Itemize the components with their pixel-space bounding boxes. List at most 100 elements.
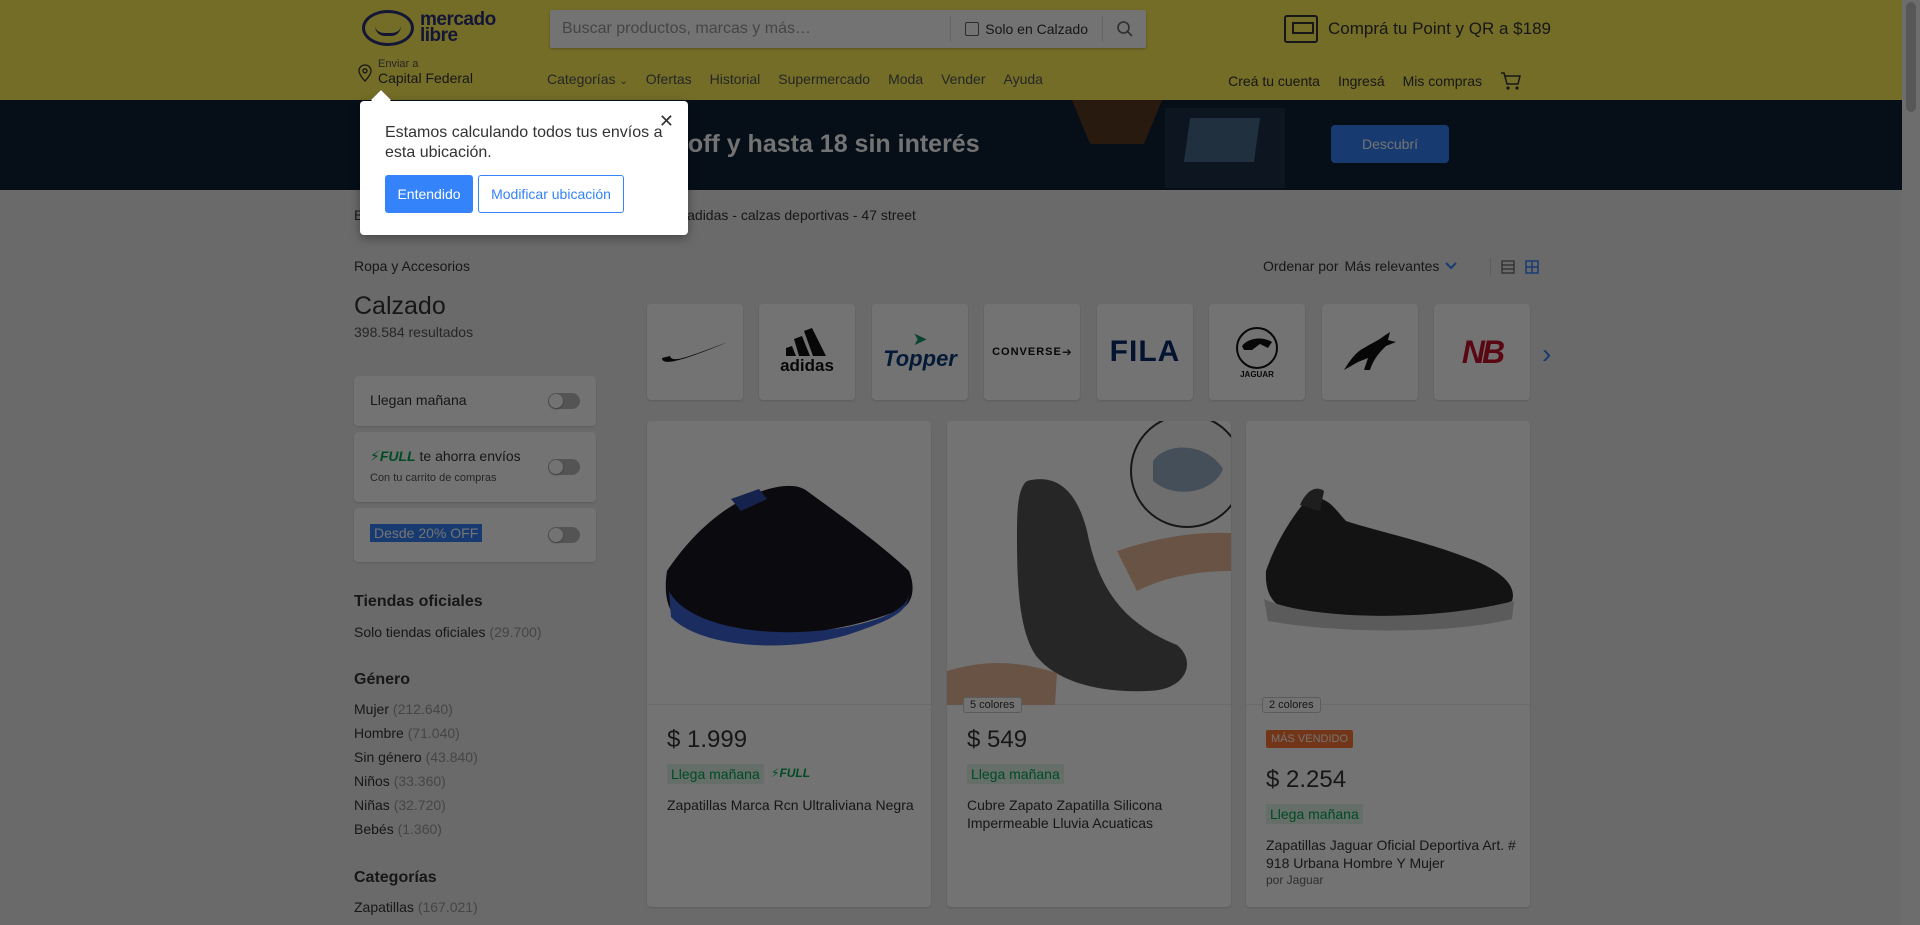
view-toggle [1490,258,1539,276]
toggle-switch[interactable] [548,393,580,409]
location-value: Capital Federal [378,70,473,86]
brand-topper[interactable]: ➤ Topper [872,304,968,400]
nav-moda[interactable]: Moda [888,71,923,87]
category-checkbox[interactable] [965,22,980,36]
chevron-down-icon [1445,262,1458,270]
search-category-filter[interactable]: Solo en Calzado [950,16,1102,42]
product-title[interactable]: Zapatillas Jaguar Oficial Deportiva Art.… [1266,836,1516,872]
filter-option-label: Solo tiendas oficiales [354,624,486,640]
shoe-cover-image [947,421,1231,705]
toggle-switch[interactable] [548,459,580,475]
full-badge: ⚡FULL [771,766,810,780]
nav-historial[interactable]: Historial [710,71,761,87]
product-price: $ 2.254 [1266,766,1347,793]
jaguar-sneaker-image [1264,488,1514,631]
filter-option[interactable]: Mujer (212.640) [354,701,453,717]
breadcrumb-category[interactable]: Ropa y Accesorios [354,258,470,274]
my-purchases-link[interactable]: Mis compras [1403,73,1482,89]
product-card[interactable]: 2 colores MÁS VENDIDO $ 2.254 Llega maña… [1246,421,1530,907]
sort-value: Más relevantes [1344,258,1440,274]
create-account-link[interactable]: Creá tu cuenta [1228,73,1320,89]
nav-supermercado[interactable]: Supermercado [778,71,870,87]
filter-option-count: (33.360) [393,773,446,789]
product-price: $ 1.999 [667,726,748,753]
grid-view-icon[interactable] [1525,260,1539,274]
search-input[interactable] [550,10,951,48]
point-device-icon [1284,15,1318,43]
search-button[interactable] [1102,16,1146,42]
logo-text: mercado libre [420,9,496,46]
shipping-location[interactable]: Enviar a Capital Federal [358,58,473,86]
filter-option-count: (32.720) [393,797,446,813]
related-search-links[interactable]: adidas - calzas deportivas - 47 street [687,207,916,223]
banner-laptop-image [1165,108,1285,188]
filter-option[interactable]: Solo tiendas oficiales (29.700) [354,624,542,640]
product-price: $ 549 [967,726,1028,753]
product-title[interactable]: Zapatillas Marca Rcn Ultraliviana Negra [667,796,917,814]
shipping-badge: Llega mañana [967,764,1064,784]
modify-location-button[interactable]: Modificar ubicación [478,175,624,213]
nav-ofertas[interactable]: Ofertas [646,71,692,87]
filter-option[interactable]: Niñas (32.720) [354,797,446,813]
filter-option[interactable]: Hombre (71.040) [354,725,460,741]
product-image[interactable] [947,421,1231,705]
brand-adidas[interactable]: adidas [759,304,855,400]
product-card[interactable]: 5 colores $ 549 Llega mañana Cubre Zapat… [947,421,1231,907]
handshake-logo-icon [362,10,414,46]
filter-option-label: Mujer [354,701,390,717]
brands-next-arrow-icon[interactable]: › [1542,338,1551,370]
product-card[interactable]: $ 1.999 Llega mañana ⚡FULL Zapatillas Ma… [647,421,931,907]
filter-option[interactable]: Sin género (43.840) [354,749,478,765]
scrollbar[interactable] [1902,0,1920,925]
filter-option-label: Bebés [354,821,394,837]
location-popup: ✕ Estamos calculando todos tus envíos a … [360,101,688,235]
brand-label: JAGUAR [1240,369,1274,379]
colors-badge: 2 colores [1262,697,1321,713]
filter-option-count: (29.700) [489,624,542,640]
banner-shelf-image [1072,100,1162,144]
banner-discover-button[interactable]: Descubrí [1331,125,1449,163]
nav-ayuda[interactable]: Ayuda [1003,71,1042,87]
brand-new-balance[interactable]: NB [1434,304,1530,400]
filter-option-label: Zapatillas [354,899,414,915]
mercadolibre-logo[interactable]: mercado libre [362,8,502,48]
brand-label: Topper [883,346,957,371]
filter-option-count: (1.360) [397,821,442,837]
brand-converse[interactable]: CONVERSE ➜ [984,304,1080,400]
filter-option-count: (71.040) [407,725,460,741]
nav-vender[interactable]: Vender [941,71,985,87]
brand-jaguar[interactable]: JAGUAR [1209,304,1305,400]
login-link[interactable]: Ingresá [1338,73,1385,89]
product-seller: por Jaguar [1266,873,1324,887]
header: mercado libre Solo en Calzado Comprá tu … [0,0,1902,100]
filter-full[interactable]: ⚡FULL te ahorra envíos Con tu carrito de… [354,432,596,502]
converse-arrow-icon: ➜ [1061,345,1072,359]
filter-option[interactable]: Bebés (1.360) [354,821,442,837]
filter-llegan-manana[interactable]: Llegan mañana [354,376,596,426]
filter-option[interactable]: Niños (33.360) [354,773,446,789]
product-title[interactable]: Cubre Zapato Zapatilla Silicona Impermea… [967,796,1217,832]
brand-puma[interactable] [1322,304,1418,400]
cart-icon[interactable] [1500,71,1522,91]
filter-option-count: (43.840) [425,749,478,765]
list-view-icon[interactable] [1501,260,1515,274]
full-badge-text: FULL [779,766,811,780]
nav-categorias[interactable]: Categorías ⌄ [547,71,628,87]
sort-control[interactable]: Ordenar por Más relevantes [1263,258,1458,274]
product-image[interactable] [647,421,931,705]
scrollbar-thumb[interactable] [1906,2,1916,112]
product-image[interactable] [1246,421,1530,705]
promo-text: Comprá tu Point y QR a $189 [1328,19,1552,38]
brand-nike[interactable] [647,304,743,400]
toggle-switch[interactable] [548,527,580,543]
filter-desde-20-off[interactable]: Desde 20% OFF [354,508,596,562]
filter-label: ⚡FULL te ahorra envíos [370,448,521,465]
brand-fila[interactable]: FILA [1097,304,1193,400]
point-promo[interactable]: Comprá tu Point y QR a $189 [1284,14,1551,44]
filter-option-count: (167.021) [417,899,478,915]
filter-option[interactable]: Zapatillas (167.021) [354,899,478,915]
location-label: Enviar a [378,58,419,70]
understood-button[interactable]: Entendido [385,175,473,213]
filter-label: Llegan mañana [370,392,467,408]
promo-banner[interactable]: a 40% off y hasta 18 sin interés Descubr… [0,100,1902,190]
